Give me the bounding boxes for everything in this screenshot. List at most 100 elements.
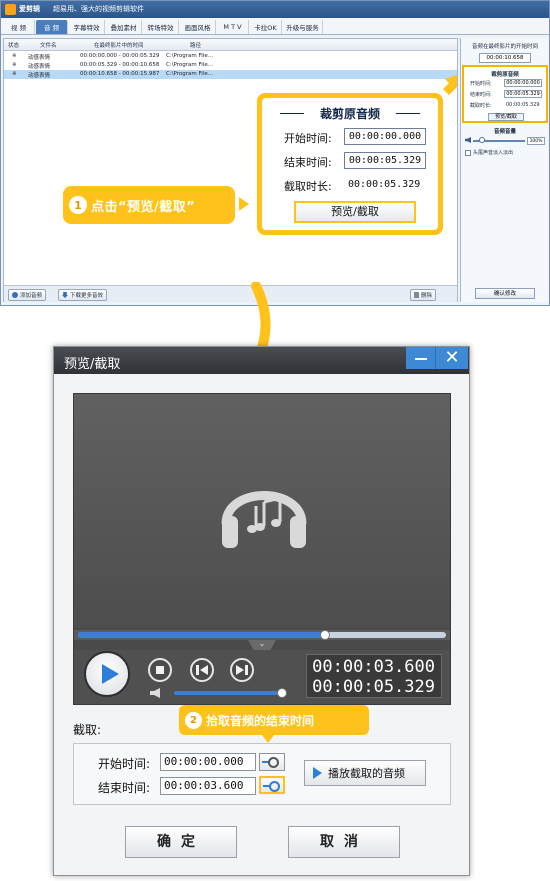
tab-karaoke[interactable]: 卡拉OK [250, 20, 282, 34]
progress-knob[interactable] [319, 630, 330, 640]
tab-subtitle-effects[interactable]: 字幕特效 [69, 20, 105, 34]
callout-end-label: 结束时间: [284, 156, 332, 169]
checkbox-box[interactable] [465, 149, 471, 156]
next-triangle-icon [236, 665, 244, 675]
callout-start-input[interactable]: 00:00:00.000 [344, 128, 426, 145]
delete-label: 删除 [421, 293, 433, 299]
audio-player: ⌄ 00:00:03.600 00:00:05.329 [73, 393, 451, 705]
col-path[interactable]: 路径 [190, 41, 201, 49]
cancel-button[interactable]: 取消 [288, 826, 400, 858]
step1-text: 点击“预览/截取” [91, 199, 196, 215]
music-note-icon [12, 292, 18, 298]
row-name: 动感表情 [28, 73, 51, 79]
cut-start-label: 开始时间: [98, 757, 151, 771]
clock-icon [269, 781, 280, 792]
play-button[interactable] [84, 651, 130, 697]
row-status: ※ [12, 71, 17, 77]
progress-bar[interactable] [74, 630, 450, 640]
volume-percent[interactable]: 100% [527, 137, 545, 145]
tab-mtv[interactable]: M T V [217, 20, 249, 34]
start-in-film-input[interactable]: 00:00:10.658 [479, 53, 531, 63]
stop-button[interactable] [148, 658, 172, 682]
col-status[interactable]: 状态 [8, 41, 19, 49]
preview-trim-button[interactable]: 预览/截取 [488, 113, 524, 121]
volume-slider[interactable] [473, 137, 525, 143]
minimize-icon [415, 358, 427, 360]
dialog-title: 预览/截取 [64, 357, 121, 372]
step2-arrow [262, 735, 274, 743]
tab-styles[interactable]: 画面风格 [180, 20, 216, 34]
col-time[interactable]: 在最终影片中的时间 [94, 41, 144, 49]
add-audio-button[interactable]: 添加音频 [8, 289, 47, 301]
table-row[interactable]: ※ 动感表情 00:00:00.000 - 00:00:05.329 C:\Pr… [4, 52, 457, 61]
play-icon [102, 664, 119, 684]
step2-badge: 2 拾取音频的结束时间 [179, 705, 369, 735]
fade-checkbox[interactable]: 头尾声音淡入淡出 [465, 149, 513, 156]
table-row[interactable]: ※ 动感表情 00:00:05.329 - 00:00:10.658 C:\Pr… [4, 61, 457, 70]
callout-duration-label: 截取时长: [284, 180, 332, 193]
volume-title: 音频音量 [493, 129, 516, 135]
callout-duration-value: 00:00:05.329 [348, 179, 421, 190]
volume-slider[interactable] [174, 688, 287, 698]
tab-video[interactable]: 视 频 [3, 20, 35, 34]
row-status: ※ [12, 53, 17, 59]
trim-callout-inner: 裁剪原音频 开始时间: 00:00:00.000 结束时间: 00:00:05.… [262, 98, 438, 230]
step2-number: 2 [185, 711, 202, 729]
delete-button[interactable]: 删除 [410, 289, 437, 301]
cut-start-input[interactable]: 00:00:00.000 [160, 753, 256, 771]
page: 爱剪辑 超易用、强大的视频剪辑软件 视 频 音 频 字幕特效 叠加素材 转场特效… [0, 0, 550, 881]
close-button[interactable]: ✕ [436, 347, 468, 369]
play-cut-audio-button[interactable]: 播放截取的音频 [304, 760, 426, 786]
trim-end-input[interactable]: 00:00:05.329 [504, 90, 542, 98]
tab-transitions[interactable]: 转场特效 [143, 20, 179, 34]
callout-end-input[interactable]: 00:00:05.329 [344, 152, 426, 169]
tab-overlay[interactable]: 叠加素材 [106, 20, 142, 34]
tab-audio[interactable]: 音 频 [36, 20, 68, 34]
time-display: 00:00:03.600 00:00:05.329 [306, 654, 442, 698]
dialog-titlebar[interactable]: 预览/截取 ✕ [54, 347, 469, 374]
row-time: 00:00:10.658 - 00:00:15.987 [80, 71, 160, 77]
trim-duration-label: 截取时长: [470, 103, 492, 109]
cut-section: 开始时间: 00:00:00.000 结束时间: 00:00:03.600 播放… [73, 743, 451, 805]
row-name: 动感表情 [28, 55, 51, 61]
col-filename[interactable]: 文件名 [40, 41, 57, 49]
cut-end-label: 结束时间: [98, 781, 151, 795]
pick-start-time-button[interactable] [259, 753, 285, 771]
next-bar-icon [245, 665, 248, 675]
row-path: C:\Program File... [166, 53, 213, 59]
prev-triangle-icon [200, 665, 208, 675]
player-screen [74, 394, 450, 628]
total-time: 00:00:05.329 [312, 677, 435, 697]
callout-preview-button[interactable]: 预览/截取 [294, 201, 416, 223]
download-more-button[interactable]: 下载更多音效 [58, 289, 108, 301]
preview-dialog: 预览/截取 ✕ ⌄ 00:00:03.600 00:00:05.329 截取: … [53, 346, 470, 876]
table-row-selected[interactable]: ※ 动感表情 00:00:10.658 - 00:00:15.987 C:\Pr… [4, 70, 457, 79]
speaker-icon [465, 137, 471, 143]
trim-start-input[interactable]: 00:00:00.000 [504, 79, 542, 87]
tab-upgrade[interactable]: 升级与服务 [283, 20, 323, 34]
trash-icon [414, 292, 419, 298]
play-cut-label: 播放截取的音频 [328, 767, 405, 780]
audio-settings-panel: 音频在最终影片的开始时间 00:00:10.658 裁剪原音频 开始时间: 00… [460, 38, 548, 302]
confirm-change-button[interactable]: 确认修改 [475, 288, 535, 299]
trim-start-label: 开始时间: [470, 81, 492, 87]
progress-track[interactable] [78, 630, 446, 640]
row-name: 动感表情 [28, 64, 51, 70]
collapse-toggle[interactable]: ⌄ [248, 640, 276, 650]
cut-end-input[interactable]: 00:00:03.600 [160, 777, 256, 795]
minimize-button[interactable] [406, 347, 436, 369]
volume-icon[interactable] [150, 688, 160, 698]
pick-end-time-button[interactable] [259, 776, 285, 794]
step1-number: 1 [69, 196, 87, 214]
next-button[interactable] [230, 658, 254, 682]
headphones-music-icon [221, 491, 307, 548]
volume-knob[interactable] [277, 688, 287, 698]
add-audio-label: 添加音频 [20, 293, 43, 299]
volume-slider-knob[interactable] [479, 137, 485, 143]
trim-end-label: 结束时间: [470, 92, 492, 98]
ok-button[interactable]: 确定 [125, 826, 237, 858]
audio-list-header: 状态 文件名 在最终影片中的时间 路径 [4, 39, 457, 51]
previous-button[interactable] [190, 658, 214, 682]
title-rule-right [396, 113, 420, 114]
cut-section-label: 截取: [73, 723, 102, 737]
